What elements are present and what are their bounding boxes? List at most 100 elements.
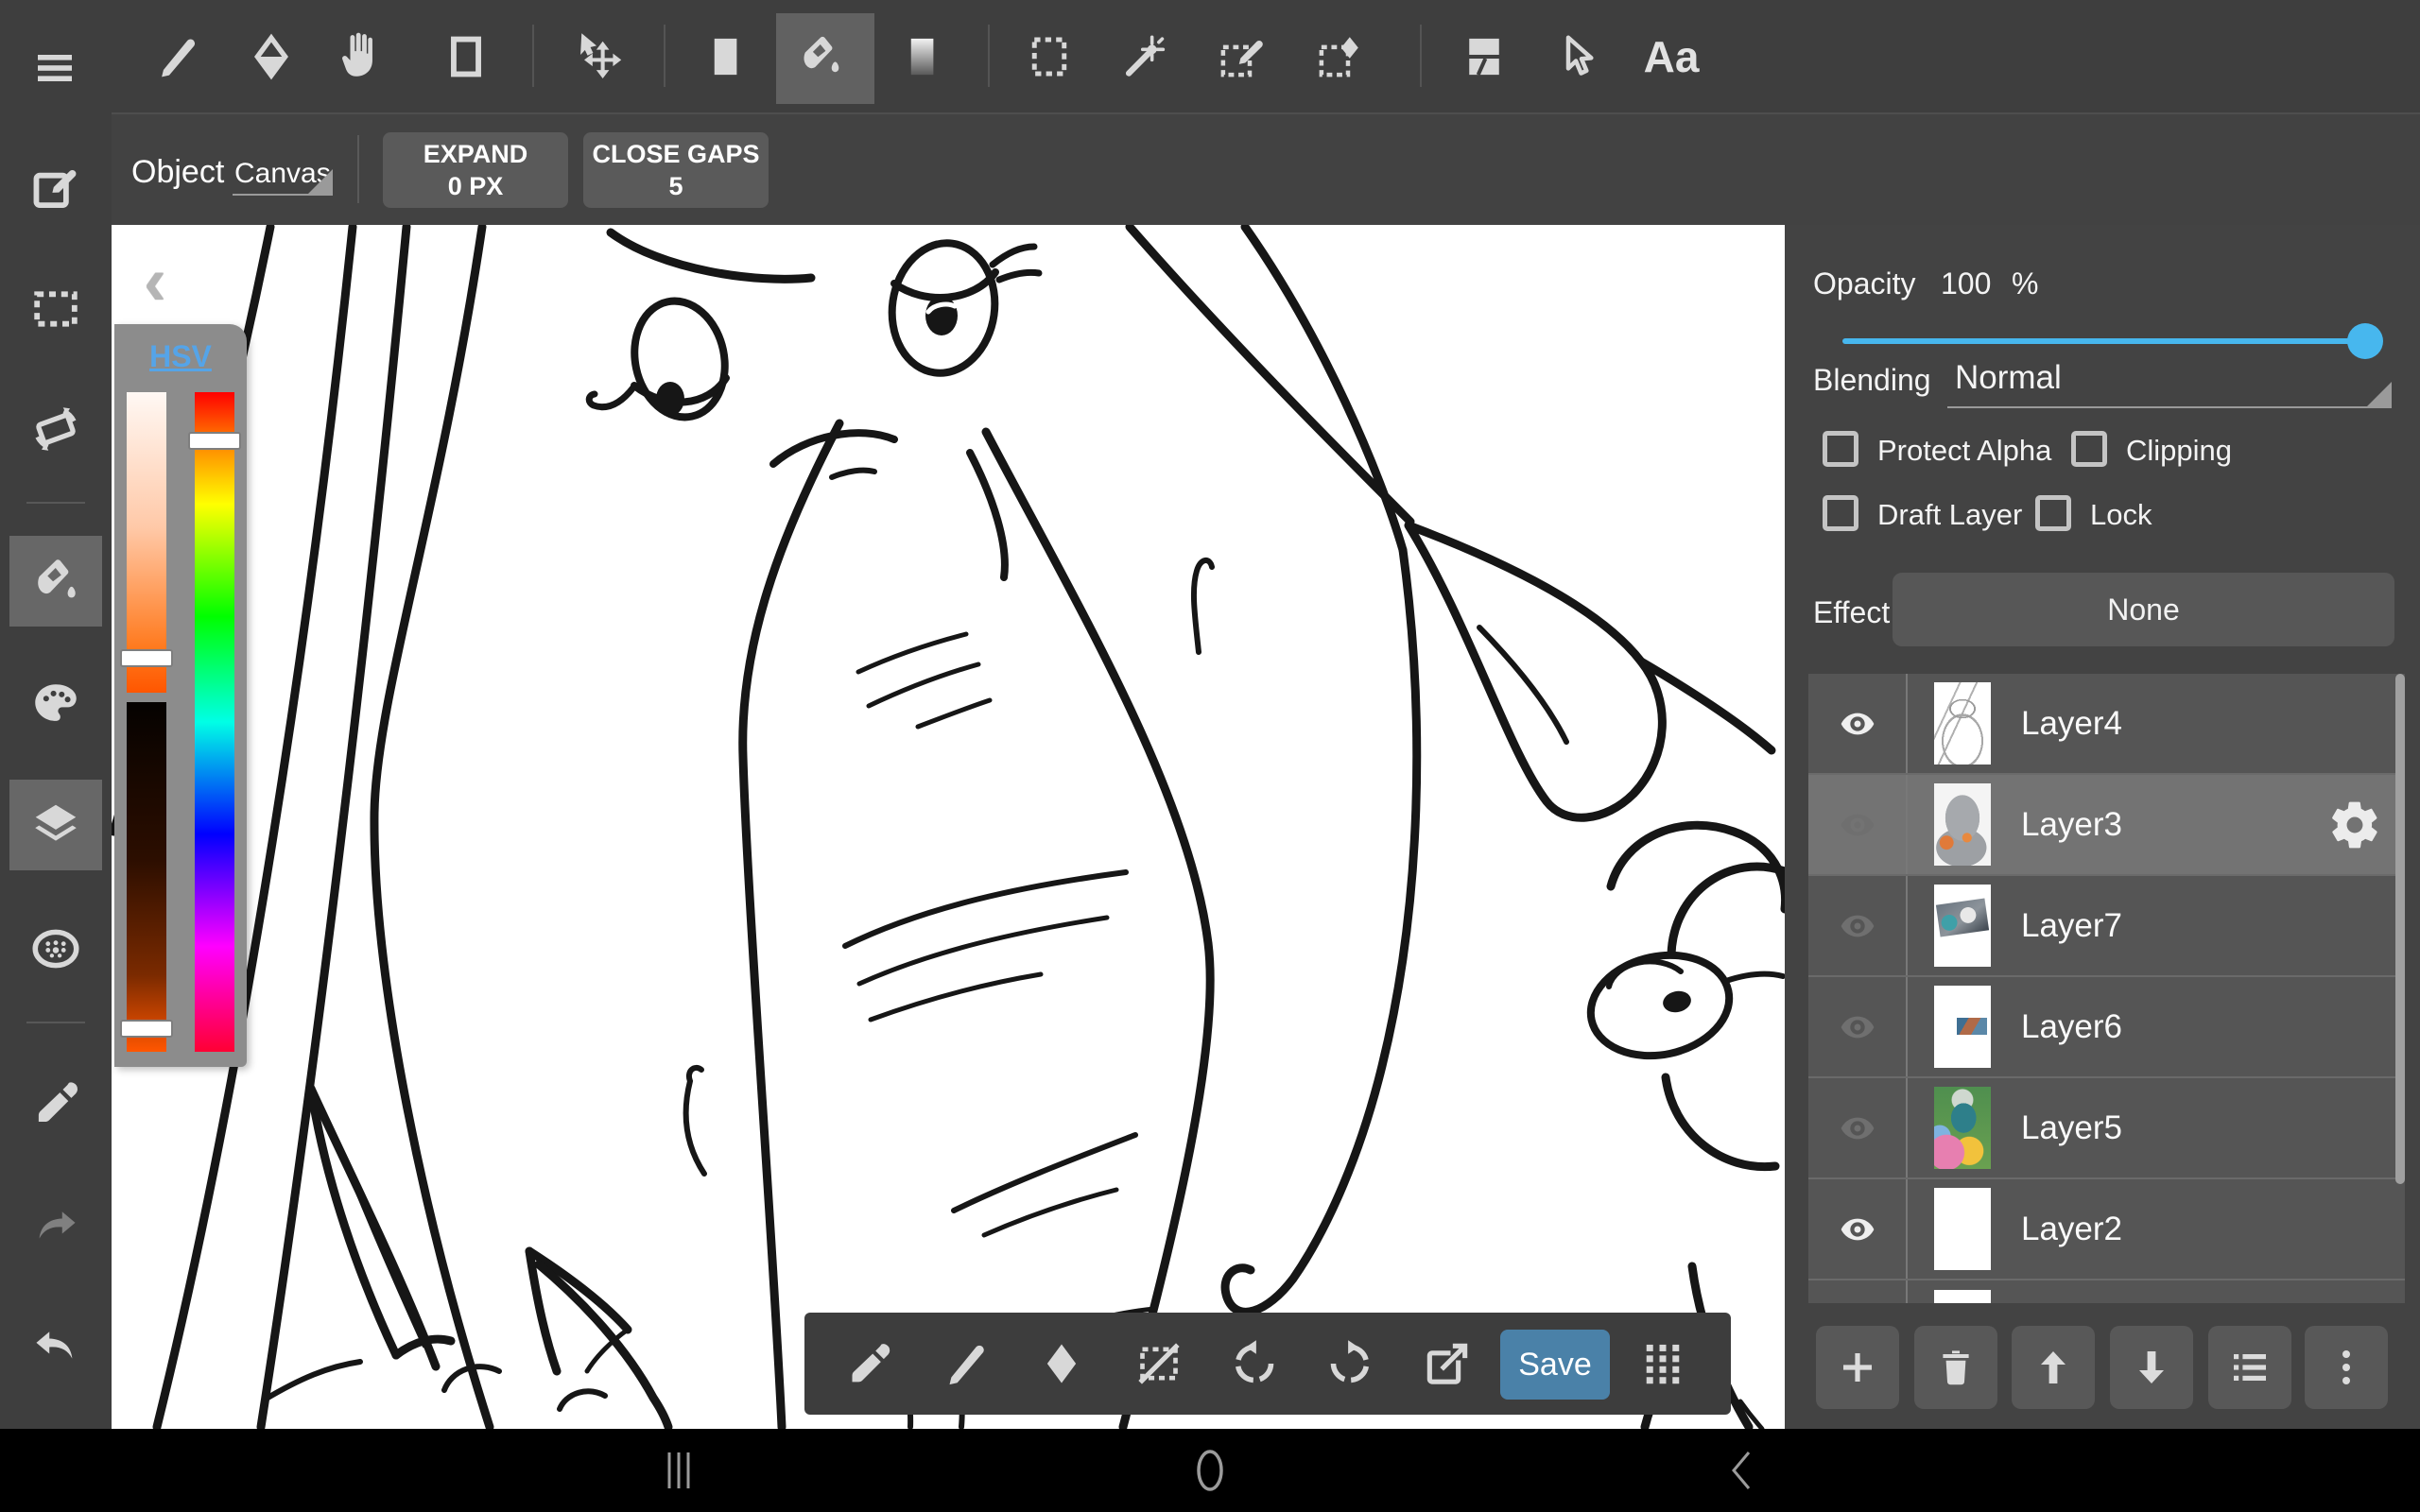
expand-button-line2: 0 PX	[448, 170, 504, 202]
undo-rotate-icon[interactable]	[1228, 1337, 1281, 1390]
paint-bucket-sidebar-icon[interactable]	[28, 554, 83, 609]
select-pen-tool-icon[interactable]	[1216, 31, 1267, 82]
value-slider[interactable]	[127, 702, 166, 1052]
canvas-floating-toolbar: Save	[804, 1313, 1731, 1415]
layer-visibility-toggle[interactable]	[1808, 1179, 1906, 1279]
fill-rect-tool-icon[interactable]	[700, 31, 751, 82]
android-navbar	[0, 1429, 2420, 1512]
hue-slider[interactable]	[195, 392, 234, 1052]
eraser-icon[interactable]	[1035, 1337, 1088, 1390]
palette-icon[interactable]	[28, 678, 83, 732]
protect-alpha-label: Protect Alpha	[1877, 434, 2051, 468]
more-options-button[interactable]	[2305, 1326, 2388, 1409]
redo-icon[interactable]	[28, 1199, 83, 1254]
eraser-tool-icon[interactable]	[246, 31, 297, 82]
layer-thumbnail[interactable]	[1934, 1188, 1991, 1270]
layer-thumbnail[interactable]	[1934, 1087, 1991, 1169]
hand-tool-icon[interactable]	[337, 28, 391, 83]
edit-canvas-icon[interactable]	[28, 161, 83, 215]
eye-icon	[1830, 907, 1885, 945]
layer-visibility-toggle[interactable]	[1808, 876, 1906, 975]
saturation-handle[interactable]	[120, 649, 173, 667]
layer-row[interactable]: Layer4	[1808, 674, 2405, 773]
right-panel: Opacity 100 % Blending Normal Protect Al…	[1785, 225, 2420, 1429]
value-handle[interactable]	[120, 1020, 173, 1038]
grid-icon[interactable]	[1636, 1337, 1689, 1390]
paint-bucket-tool-icon[interactable]	[795, 31, 846, 82]
protect-alpha-checkbox[interactable]	[1823, 431, 1858, 467]
layer-list-scrollbar[interactable]	[2395, 674, 2405, 1184]
draft-layer-checkbox[interactable]	[1823, 495, 1858, 531]
layer-row-divider	[1906, 977, 1908, 1076]
layer-settings-gear-icon[interactable]	[2327, 798, 2382, 852]
save-button[interactable]: Save	[1500, 1330, 1610, 1400]
artwork-elephant-lineart[interactable]	[112, 225, 1785, 1429]
blending-dropdown-value[interactable]: Normal	[1955, 359, 2062, 397]
deselect-icon[interactable]	[1132, 1337, 1185, 1390]
magic-wand-tool-icon[interactable]	[1119, 31, 1170, 82]
layer-row[interactable]: Layer2	[1808, 1177, 2405, 1279]
select-eraser-tool-icon[interactable]	[1314, 31, 1365, 82]
layer-thumbnail[interactable]	[1934, 783, 1991, 866]
layer-thumbnail[interactable]	[1934, 986, 1991, 1068]
collapse-panel-chevron-icon[interactable]: ‹	[144, 253, 166, 310]
add-layer-button[interactable]	[1816, 1326, 1899, 1409]
transform-move-tool-icon[interactable]	[572, 31, 623, 82]
select-marquee-icon[interactable]	[28, 282, 83, 336]
menu-icon[interactable]	[30, 45, 79, 91]
layer-thumbnail[interactable]	[1934, 885, 1991, 967]
layer-row[interactable]: Layer5	[1808, 1076, 2405, 1177]
rotate-canvas-icon[interactable]	[28, 402, 83, 456]
clipping-label: Clipping	[2126, 434, 2232, 468]
recents-button-icon[interactable]	[660, 1450, 698, 1496]
pencil-tool-icon[interactable]	[152, 31, 203, 82]
clipping-checkbox[interactable]	[2071, 431, 2107, 467]
lock-checkbox[interactable]	[2035, 495, 2071, 531]
home-button-icon[interactable]	[1192, 1448, 1228, 1498]
material-icon[interactable]	[28, 921, 83, 976]
layer-visibility-toggle[interactable]	[1808, 977, 1906, 1076]
cursor-tool-icon[interactable]	[1551, 31, 1602, 82]
close-gaps-button[interactable]: CLOSE GAPS 5	[583, 132, 769, 208]
layer-visibility-toggle[interactable]	[1808, 775, 1906, 874]
toolbar-separator	[532, 25, 534, 87]
canvas-area[interactable]: ‹ HSV	[112, 225, 1785, 1429]
redo-rotate-icon[interactable]	[1323, 1337, 1376, 1390]
eyedropper-icon[interactable]	[842, 1337, 895, 1390]
saturation-slider[interactable]	[127, 392, 166, 693]
effect-button[interactable]: None	[1893, 573, 2394, 646]
hue-handle[interactable]	[188, 432, 241, 450]
layer-row[interactable]: Layer6	[1808, 975, 2405, 1076]
eyedropper-sidebar-icon[interactable]	[28, 1075, 83, 1130]
pencil-icon[interactable]	[940, 1337, 993, 1390]
expand-button[interactable]: EXPAND 0 PX	[383, 132, 568, 208]
eye-icon	[1830, 1211, 1885, 1248]
layer-row-partial[interactable]	[1808, 1279, 2405, 1303]
export-icon[interactable]	[1421, 1337, 1474, 1390]
split-view-icon[interactable]	[1459, 31, 1510, 82]
object-dropdown-arrow-icon[interactable]	[308, 169, 333, 194]
blending-dropdown-arrow-icon[interactable]	[2367, 382, 2392, 406]
layers-icon[interactable]	[28, 798, 83, 852]
move-layer-down-button[interactable]	[2110, 1326, 2193, 1409]
text-tool-icon[interactable]: Aa	[1634, 25, 1709, 89]
select-rect-tool-icon[interactable]	[1024, 31, 1075, 82]
undo-icon[interactable]	[28, 1319, 83, 1374]
opacity-slider[interactable]	[1842, 338, 2363, 344]
gradient-tool-icon[interactable]	[896, 31, 947, 82]
opacity-slider-handle[interactable]	[2347, 323, 2383, 359]
layer-visibility-toggle[interactable]	[1808, 674, 1906, 773]
back-button-icon[interactable]	[1726, 1450, 1756, 1496]
layer-thumbnail[interactable]	[1934, 682, 1991, 765]
layer-row[interactable]: Layer7	[1808, 874, 2405, 975]
layer-row-divider	[1906, 876, 1908, 975]
layer-list-button[interactable]	[2208, 1326, 2291, 1409]
layer-row[interactable]: Layer3	[1808, 773, 2405, 874]
layer-visibility-toggle[interactable]	[1808, 1078, 1906, 1177]
move-layer-up-button[interactable]	[2012, 1326, 2095, 1409]
shape-rect-tool-icon[interactable]	[441, 31, 492, 82]
layer-thumbnail[interactable]	[1934, 1290, 1991, 1303]
delete-layer-button[interactable]	[1914, 1326, 1997, 1409]
hsv-title[interactable]: HSV	[114, 339, 247, 374]
eye-icon	[1830, 1109, 1885, 1147]
